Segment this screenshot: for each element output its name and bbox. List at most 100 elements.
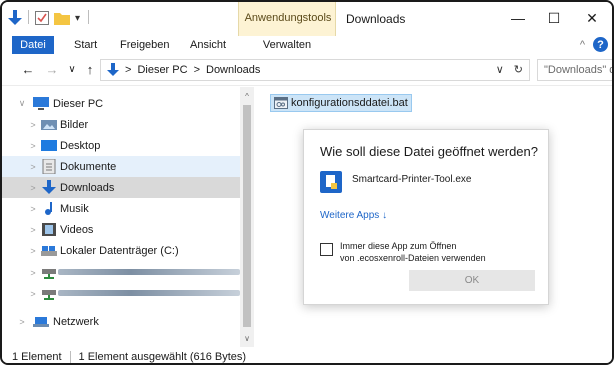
tree-item-network-drive[interactable]: > xyxy=(2,262,240,283)
tree-label: Dieser PC xyxy=(53,97,104,110)
expand-chevron-icon[interactable]: > xyxy=(28,183,38,193)
context-tab-title: Anwendungstools xyxy=(244,12,332,24)
app-name[interactable]: Smartcard-Printer-Tool.exe xyxy=(352,174,471,185)
tree-item-local-drive[interactable]: > Lokaler Datenträger (C:) xyxy=(2,240,240,261)
properties-check-icon[interactable] xyxy=(35,8,49,28)
close-button[interactable]: ✕ xyxy=(574,6,610,30)
quick-access-toolbar xyxy=(8,8,22,28)
tree-item-videos[interactable]: > Videos xyxy=(2,219,240,240)
tree-label: Videos xyxy=(60,223,94,236)
checkbox-label: Immer diese App zum Öffnen von .ecosxenr… xyxy=(340,240,540,264)
maximize-button[interactable]: ☐ xyxy=(536,6,572,30)
expand-chevron-icon[interactable]: > xyxy=(28,204,38,214)
breadcrumb-downloads[interactable]: Downloads xyxy=(206,64,260,76)
tab-datei[interactable]: Datei xyxy=(12,36,54,54)
new-folder-icon[interactable] xyxy=(54,8,70,28)
tree-label: Downloads xyxy=(60,181,115,194)
recent-locations-button[interactable]: ∨ xyxy=(64,60,80,78)
forward-button[interactable]: → xyxy=(44,60,60,78)
expand-chevron-icon[interactable]: > xyxy=(28,289,38,299)
breadcrumb-separator: > xyxy=(193,64,200,76)
status-separator xyxy=(69,351,71,363)
tree-item-downloads[interactable]: > Downloads xyxy=(2,177,240,198)
nav-scrollbar[interactable]: ^ ∨ xyxy=(240,87,254,347)
tree-label: Musik xyxy=(60,202,89,215)
open-with-dialog: Wie soll diese Datei geöffnet werden? Sm… xyxy=(303,129,549,305)
collapse-chevron-icon[interactable]: ∨ xyxy=(17,98,27,109)
tree-item-dokumente[interactable]: > Dokumente xyxy=(2,156,240,177)
up-button[interactable]: ↑ xyxy=(82,60,98,78)
music-folder-icon xyxy=(45,202,52,215)
expand-chevron-icon[interactable]: > xyxy=(28,162,38,172)
expand-chevron-icon[interactable]: > xyxy=(28,268,38,278)
search-input[interactable]: "Downloads" d xyxy=(537,59,612,81)
expand-chevron-icon[interactable]: > xyxy=(28,120,38,130)
redacted-label xyxy=(58,290,240,296)
tree-item-bilder[interactable]: > Bilder xyxy=(2,114,240,135)
desktop-folder-icon xyxy=(41,140,57,151)
tab-verwalten[interactable]: Verwalten xyxy=(238,36,336,54)
window-title: Downloads xyxy=(346,12,406,26)
drive-icon xyxy=(41,246,57,256)
tree-label: Bilder xyxy=(60,118,89,131)
customize-toolbar-icon[interactable]: ▾ xyxy=(75,8,80,28)
status-bar: 1 Element 1 Element ausgewählt (616 Byte… xyxy=(2,347,612,363)
downloads-arrow-icon[interactable] xyxy=(8,10,22,26)
tree-label: Dokumente xyxy=(60,160,117,173)
checkbox-label-line: von .ecosxenroll-Dateien verwenden xyxy=(340,253,486,263)
address-bar-row: ← → ∨ ↑ > Dieser PC > Downloads ∨ ↻ "Dow… xyxy=(2,54,612,86)
network-drive-icon xyxy=(42,269,56,279)
ribbon-tabs: Datei Start Freigeben Ansicht Verwalten … xyxy=(2,36,612,54)
tab-freigeben[interactable]: Freigeben xyxy=(120,36,170,54)
back-button[interactable]: ← xyxy=(20,60,36,78)
expand-chevron-icon[interactable]: > xyxy=(28,225,38,235)
tree-item-network-drive[interactable]: > xyxy=(2,283,240,304)
expand-chevron-icon[interactable]: > xyxy=(28,141,38,151)
tree-item-dieser-pc[interactable]: ∨ Dieser PC xyxy=(2,93,240,114)
toolbar-separator xyxy=(28,10,29,24)
title-bar: ▾ Anwendungstools Downloads — ☐ ✕ xyxy=(2,2,612,54)
tab-ansicht[interactable]: Ansicht xyxy=(190,36,226,54)
toolbar-separator xyxy=(88,10,89,24)
downloads-arrow-icon xyxy=(107,63,119,76)
refresh-button[interactable]: ↻ xyxy=(514,63,523,76)
expand-chevron-icon[interactable]: > xyxy=(28,246,38,256)
more-apps-link[interactable]: Weitere Apps ↓ xyxy=(320,210,387,221)
status-item-count: 1 Element xyxy=(12,351,62,363)
address-tools: ∨ ↻ xyxy=(496,63,523,76)
address-dropdown-button[interactable]: ∨ xyxy=(496,63,504,76)
redacted-label xyxy=(58,269,240,275)
always-use-checkbox[interactable] xyxy=(320,243,333,256)
tree-label: Lokaler Datenträger (C:) xyxy=(60,244,179,257)
ribbon-right-controls: ^ ? xyxy=(580,37,608,52)
breadcrumb-dieser-pc[interactable]: Dieser PC xyxy=(137,64,187,76)
ok-button[interactable]: OK xyxy=(409,270,535,291)
batch-file-icon xyxy=(274,97,288,109)
navigation-pane: ∨ Dieser PC > Bilder > Desktop > Dokumen… xyxy=(2,87,254,347)
downloads-folder-icon xyxy=(42,180,56,194)
computer-icon xyxy=(33,97,49,110)
minimize-button[interactable]: — xyxy=(500,6,536,30)
scroll-up-button[interactable]: ^ xyxy=(240,89,254,103)
tree-item-musik[interactable]: > Musik xyxy=(2,198,240,219)
address-box[interactable]: > Dieser PC > Downloads ∨ ↻ xyxy=(100,59,530,81)
explorer-window: ▾ Anwendungstools Downloads — ☐ ✕ Datei … xyxy=(0,0,614,365)
tree-item-desktop[interactable]: > Desktop xyxy=(2,135,240,156)
documents-folder-icon xyxy=(42,159,56,174)
status-selection: 1 Element ausgewählt (616 Bytes) xyxy=(78,351,247,363)
videos-folder-icon xyxy=(42,223,56,236)
file-item-bat[interactable]: konfigurationsddatei.bat xyxy=(270,94,412,112)
tab-start[interactable]: Start xyxy=(74,36,97,54)
tab-verwalten-label: Verwalten xyxy=(262,39,312,51)
help-icon[interactable]: ? xyxy=(593,37,608,52)
breadcrumb-separator: > xyxy=(125,64,132,76)
tree-item-netzwerk[interactable]: > Netzwerk xyxy=(2,311,240,332)
scrollbar-thumb[interactable] xyxy=(243,105,251,327)
pictures-folder-icon xyxy=(41,120,57,130)
tree-label: Desktop xyxy=(60,139,101,152)
app-icon[interactable] xyxy=(320,171,342,193)
checkbox-label-line: Immer diese App zum Öffnen xyxy=(340,241,457,251)
collapse-ribbon-icon[interactable]: ^ xyxy=(580,39,585,51)
scroll-down-button[interactable]: ∨ xyxy=(240,331,254,345)
expand-chevron-icon[interactable]: > xyxy=(17,317,27,327)
